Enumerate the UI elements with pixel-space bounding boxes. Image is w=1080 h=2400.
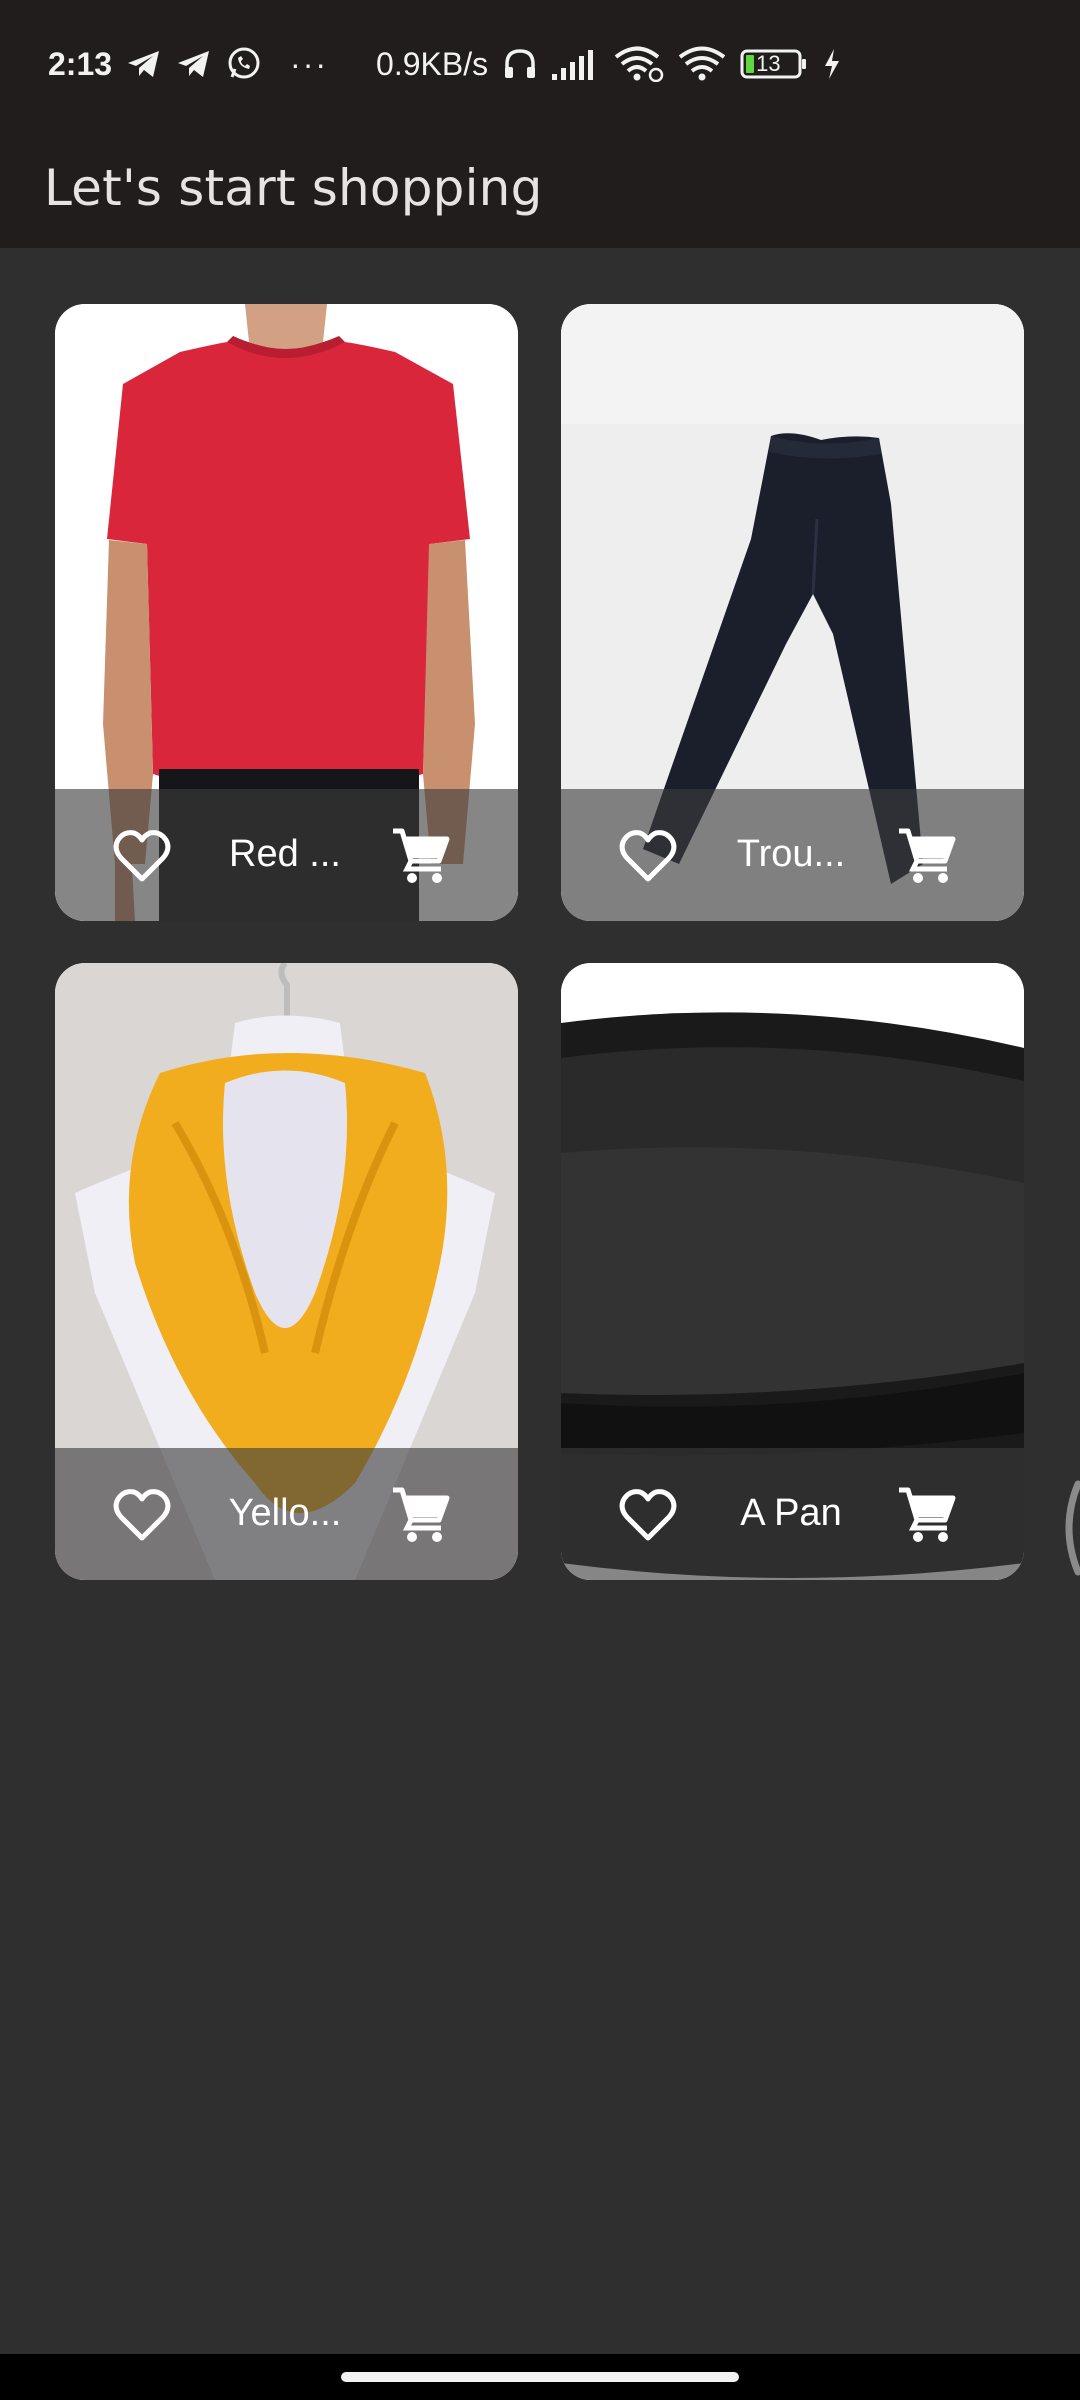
heart-outline-icon[interactable] <box>619 827 677 885</box>
edge-swipe-handle[interactable] <box>1054 1480 1080 1576</box>
product-card[interactable]: Trou... <box>561 304 1024 921</box>
heart-outline-icon[interactable] <box>619 1486 677 1544</box>
add-to-cart-icon[interactable] <box>897 825 957 885</box>
heart-outline-icon[interactable] <box>113 827 171 885</box>
product-card-footer: Red ... <box>55 789 518 921</box>
wifi-link-icon <box>614 46 664 82</box>
charging-icon <box>822 48 842 80</box>
product-card[interactable]: A Pan <box>561 963 1024 1580</box>
network-speed: 0.9KB/s <box>376 45 489 82</box>
product-card[interactable]: Yello... <box>55 963 518 1580</box>
product-name[interactable]: Trou... <box>691 833 891 876</box>
status-time: 2:13 <box>48 45 113 82</box>
more-notifications-icon: ··· <box>290 45 329 82</box>
battery-icon: 13 <box>740 48 808 80</box>
app-bar: Let's start shopping <box>0 128 1080 248</box>
add-to-cart-icon[interactable] <box>897 1484 957 1544</box>
add-to-cart-icon[interactable] <box>391 825 451 885</box>
whatsapp-icon <box>226 46 262 82</box>
product-name[interactable]: Yello... <box>185 1492 385 1535</box>
telegram-icon <box>126 48 162 80</box>
heart-outline-icon[interactable] <box>113 1486 171 1544</box>
product-grid: Red ... Trou... Yello... A Pan <box>55 304 1025 1580</box>
product-name[interactable]: Red ... <box>185 833 385 876</box>
add-to-cart-icon[interactable] <box>391 1484 451 1544</box>
product-name[interactable]: A Pan <box>691 1492 891 1535</box>
telegram-icon <box>176 48 212 80</box>
page-title: Let's start shopping <box>44 159 543 217</box>
battery-level: 13 <box>756 51 781 76</box>
status-bar: 2:13 ··· 0.9KB/s 13 <box>0 0 1080 128</box>
product-card-footer: Yello... <box>55 1448 518 1580</box>
product-card-footer: Trou... <box>561 789 1024 921</box>
wifi-icon <box>678 46 726 82</box>
signal-icon <box>552 48 600 80</box>
product-card-footer: A Pan <box>561 1448 1024 1580</box>
product-card[interactable]: Red ... <box>55 304 518 921</box>
headphones-icon <box>502 46 538 82</box>
home-indicator[interactable] <box>341 2372 739 2382</box>
